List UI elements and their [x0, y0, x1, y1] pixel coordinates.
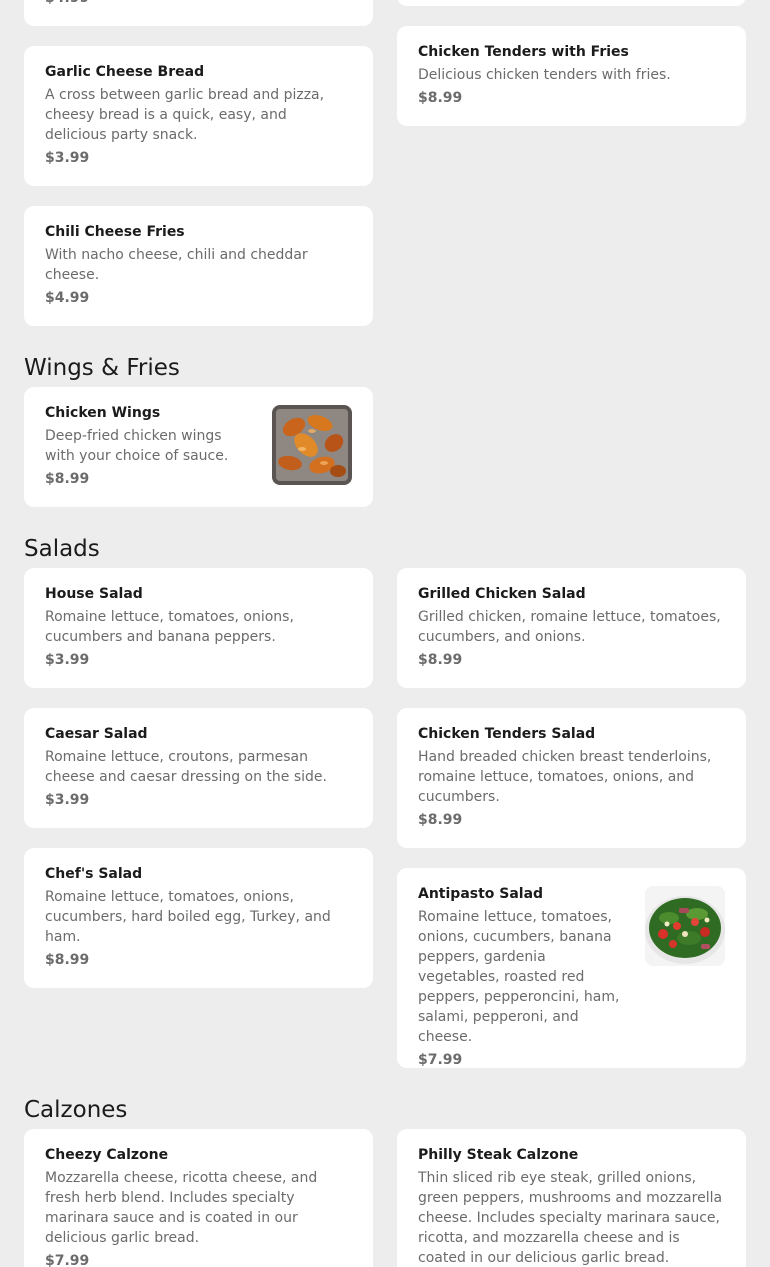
item-description: Delicious chicken tenders with fries. — [418, 67, 671, 83]
item-description: Deep-fried chicken wings with your choic… — [45, 428, 229, 464]
menu-item-chicken-tenders-salad[interactable]: Chicken Tenders Salad Hand breaded chick… — [397, 708, 746, 848]
menu-item-chefs-salad[interactable]: Chef's Salad Romaine lettuce, tomatoes, … — [24, 848, 373, 988]
item-price: $3.99 — [45, 652, 90, 668]
item-price: $7.99 — [45, 1253, 90, 1267]
antipasto-salad-photo — [645, 886, 725, 966]
item-description: Romaine lettuce, tomatoes, onions, cucum… — [45, 889, 331, 945]
item-name: Philly Steak Calzone — [418, 1147, 579, 1163]
menu-item-house-salad[interactable]: House Salad Romaine lettuce, tomatoes, o… — [24, 568, 373, 688]
item-name: Chicken Tenders with Fries — [418, 44, 629, 60]
item-name: Chicken Tenders Salad — [418, 726, 596, 742]
item-description: Hand breaded chicken breast tenderloins,… — [418, 749, 712, 805]
item-name: Antipasto Salad — [418, 886, 544, 902]
item-name: Chili Cheese Fries — [45, 224, 185, 240]
item-description: Romaine lettuce, croutons, parmesan chee… — [45, 749, 327, 785]
item-price: $8.99 — [418, 652, 463, 668]
item-price: $4.99 — [45, 0, 89, 8]
menu-item-garlic-cheese-bread[interactable]: Garlic Cheese Bread A cross between garl… — [24, 46, 373, 186]
item-description: Thin sliced rib eye steak, grilled onion… — [418, 1170, 723, 1266]
item-name: Garlic Cheese Bread — [45, 64, 205, 80]
item-price: $4.99 — [45, 290, 90, 306]
item-name: Grilled Chicken Salad — [418, 586, 586, 602]
item-name: Chef's Salad — [45, 866, 143, 882]
chicken-wings-photo — [272, 405, 352, 485]
item-description: With nacho cheese, chili and cheddar che… — [45, 247, 308, 283]
section-title-calzones: Calzones — [24, 1097, 128, 1123]
item-description: Grilled chicken, romaine lettuce, tomato… — [418, 609, 721, 645]
menu-item-card[interactable]: $4.99 — [24, 0, 373, 26]
item-text: Antipasto Salad Romaine lettuce, tomatoe… — [418, 884, 628, 1070]
menu-item-chicken-wings[interactable]: Chicken Wings Deep-fried chicken wings w… — [24, 387, 373, 507]
item-name: Cheezy Calzone — [45, 1147, 169, 1163]
item-name: Caesar Salad — [45, 726, 148, 742]
menu-item-chili-cheese-fries[interactable]: Chili Cheese Fries With nacho cheese, ch… — [24, 206, 373, 326]
item-description: Mozzarella cheese, ricotta cheese, and f… — [45, 1170, 318, 1246]
menu-item-philly-steak-calzone[interactable]: Philly Steak Calzone Thin sliced rib eye… — [397, 1129, 746, 1267]
menu-item-caesar-salad[interactable]: Caesar Salad Romaine lettuce, croutons, … — [24, 708, 373, 828]
item-price: $3.99 — [45, 792, 90, 808]
menu-item-card[interactable] — [397, 0, 746, 6]
item-price: $8.99 — [418, 90, 463, 106]
item-description: A cross between garlic bread and pizza, … — [45, 87, 325, 143]
menu-page: $4.99 Garlic Cheese Bread A cross betwee… — [0, 0, 770, 1267]
item-price: $7.99 — [418, 1052, 463, 1068]
item-description: Romaine lettuce, tomatoes, onions, cucum… — [418, 909, 620, 1045]
item-price: $8.99 — [45, 471, 90, 487]
menu-item-cheezy-calzone[interactable]: Cheezy Calzone Mozzarella cheese, ricott… — [24, 1129, 373, 1267]
item-name: House Salad — [45, 586, 143, 602]
item-text: Chicken Wings Deep-fried chicken wings w… — [45, 403, 255, 489]
item-price: $8.99 — [418, 812, 463, 828]
section-title-wings-fries: Wings & Fries — [24, 355, 180, 381]
section-title-salads: Salads — [24, 536, 100, 562]
menu-item-grilled-chicken-salad[interactable]: Grilled Chicken Salad Grilled chicken, r… — [397, 568, 746, 688]
menu-item-chicken-tenders-with-fries[interactable]: Chicken Tenders with Fries Delicious chi… — [397, 26, 746, 126]
item-price: $8.99 — [45, 952, 90, 968]
item-description: Romaine lettuce, tomatoes, onions, cucum… — [45, 609, 294, 645]
item-price: $3.99 — [45, 150, 90, 166]
menu-item-antipasto-salad[interactable]: Antipasto Salad Romaine lettuce, tomatoe… — [397, 868, 746, 1068]
item-name: Chicken Wings — [45, 405, 161, 421]
